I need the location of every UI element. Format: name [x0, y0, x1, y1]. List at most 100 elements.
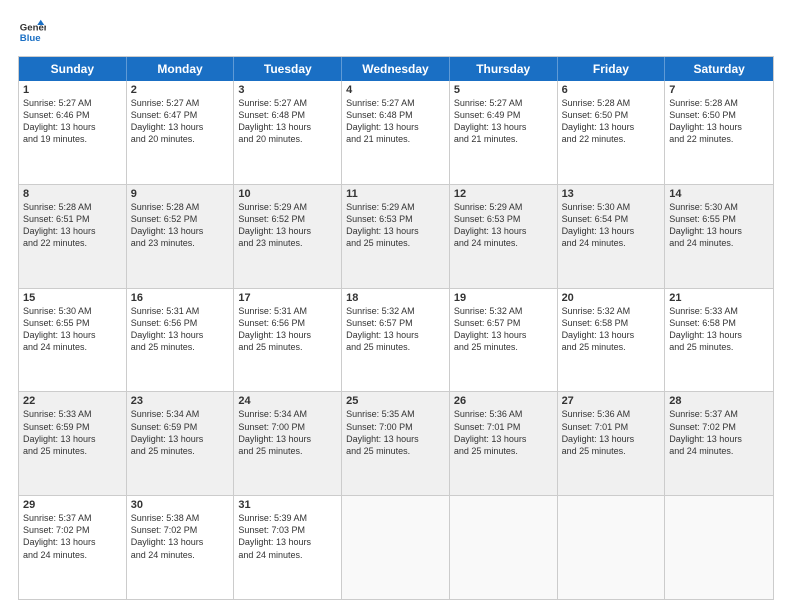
- day-number: 22: [23, 395, 122, 407]
- day-details: Sunrise: 5:30 AM Sunset: 6:54 PM Dayligh…: [562, 201, 661, 250]
- day-details: Sunrise: 5:32 AM Sunset: 6:57 PM Dayligh…: [346, 305, 445, 354]
- day-number: 29: [23, 499, 122, 511]
- day-details: Sunrise: 5:30 AM Sunset: 6:55 PM Dayligh…: [669, 201, 769, 250]
- calendar-cell: 17Sunrise: 5:31 AM Sunset: 6:56 PM Dayli…: [234, 289, 342, 392]
- calendar-cell: 5Sunrise: 5:27 AM Sunset: 6:49 PM Daylig…: [450, 81, 558, 184]
- calendar-cell: [665, 496, 773, 599]
- calendar-cell: 31Sunrise: 5:39 AM Sunset: 7:03 PM Dayli…: [234, 496, 342, 599]
- day-number: 26: [454, 395, 553, 407]
- day-details: Sunrise: 5:31 AM Sunset: 6:56 PM Dayligh…: [238, 305, 337, 354]
- cal-header-day: Saturday: [665, 57, 773, 81]
- calendar-cell: 30Sunrise: 5:38 AM Sunset: 7:02 PM Dayli…: [127, 496, 235, 599]
- day-number: 16: [131, 292, 230, 304]
- day-number: 12: [454, 188, 553, 200]
- day-details: Sunrise: 5:28 AM Sunset: 6:52 PM Dayligh…: [131, 201, 230, 250]
- day-details: Sunrise: 5:39 AM Sunset: 7:03 PM Dayligh…: [238, 512, 337, 561]
- calendar-cell: 20Sunrise: 5:32 AM Sunset: 6:58 PM Dayli…: [558, 289, 666, 392]
- calendar-cell: 9Sunrise: 5:28 AM Sunset: 6:52 PM Daylig…: [127, 185, 235, 288]
- cal-header-day: Tuesday: [234, 57, 342, 81]
- calendar-cell: 19Sunrise: 5:32 AM Sunset: 6:57 PM Dayli…: [450, 289, 558, 392]
- day-number: 8: [23, 188, 122, 200]
- day-number: 25: [346, 395, 445, 407]
- cal-header-day: Sunday: [19, 57, 127, 81]
- calendar-row: 15Sunrise: 5:30 AM Sunset: 6:55 PM Dayli…: [19, 288, 773, 392]
- day-details: Sunrise: 5:29 AM Sunset: 6:52 PM Dayligh…: [238, 201, 337, 250]
- day-details: Sunrise: 5:37 AM Sunset: 7:02 PM Dayligh…: [23, 512, 122, 561]
- day-details: Sunrise: 5:34 AM Sunset: 7:00 PM Dayligh…: [238, 408, 337, 457]
- cal-header-day: Monday: [127, 57, 235, 81]
- day-number: 13: [562, 188, 661, 200]
- day-details: Sunrise: 5:36 AM Sunset: 7:01 PM Dayligh…: [562, 408, 661, 457]
- day-number: 24: [238, 395, 337, 407]
- calendar-cell: [558, 496, 666, 599]
- calendar-cell: 2Sunrise: 5:27 AM Sunset: 6:47 PM Daylig…: [127, 81, 235, 184]
- calendar-cell: 18Sunrise: 5:32 AM Sunset: 6:57 PM Dayli…: [342, 289, 450, 392]
- calendar-row: 8Sunrise: 5:28 AM Sunset: 6:51 PM Daylig…: [19, 184, 773, 288]
- svg-text:Blue: Blue: [20, 33, 41, 44]
- calendar: SundayMondayTuesdayWednesdayThursdayFrid…: [18, 56, 774, 600]
- calendar-row: 29Sunrise: 5:37 AM Sunset: 7:02 PM Dayli…: [19, 495, 773, 599]
- cal-header-day: Friday: [558, 57, 666, 81]
- calendar-cell: 29Sunrise: 5:37 AM Sunset: 7:02 PM Dayli…: [19, 496, 127, 599]
- calendar-body: 1Sunrise: 5:27 AM Sunset: 6:46 PM Daylig…: [19, 81, 773, 599]
- page-header: General Blue: [18, 18, 774, 46]
- day-number: 3: [238, 84, 337, 96]
- day-details: Sunrise: 5:28 AM Sunset: 6:50 PM Dayligh…: [562, 97, 661, 146]
- day-details: Sunrise: 5:32 AM Sunset: 6:58 PM Dayligh…: [562, 305, 661, 354]
- calendar-header: SundayMondayTuesdayWednesdayThursdayFrid…: [19, 57, 773, 81]
- day-details: Sunrise: 5:28 AM Sunset: 6:50 PM Dayligh…: [669, 97, 769, 146]
- calendar-row: 1Sunrise: 5:27 AM Sunset: 6:46 PM Daylig…: [19, 81, 773, 184]
- day-details: Sunrise: 5:27 AM Sunset: 6:46 PM Dayligh…: [23, 97, 122, 146]
- calendar-cell: 4Sunrise: 5:27 AM Sunset: 6:48 PM Daylig…: [342, 81, 450, 184]
- day-number: 21: [669, 292, 769, 304]
- day-number: 19: [454, 292, 553, 304]
- day-number: 2: [131, 84, 230, 96]
- day-number: 28: [669, 395, 769, 407]
- calendar-cell: 27Sunrise: 5:36 AM Sunset: 7:01 PM Dayli…: [558, 392, 666, 495]
- day-details: Sunrise: 5:30 AM Sunset: 6:55 PM Dayligh…: [23, 305, 122, 354]
- day-number: 18: [346, 292, 445, 304]
- day-details: Sunrise: 5:29 AM Sunset: 6:53 PM Dayligh…: [454, 201, 553, 250]
- calendar-cell: [450, 496, 558, 599]
- day-number: 6: [562, 84, 661, 96]
- day-details: Sunrise: 5:36 AM Sunset: 7:01 PM Dayligh…: [454, 408, 553, 457]
- day-number: 15: [23, 292, 122, 304]
- day-number: 27: [562, 395, 661, 407]
- calendar-cell: 16Sunrise: 5:31 AM Sunset: 6:56 PM Dayli…: [127, 289, 235, 392]
- day-number: 1: [23, 84, 122, 96]
- calendar-cell: 25Sunrise: 5:35 AM Sunset: 7:00 PM Dayli…: [342, 392, 450, 495]
- calendar-cell: [342, 496, 450, 599]
- calendar-cell: 22Sunrise: 5:33 AM Sunset: 6:59 PM Dayli…: [19, 392, 127, 495]
- day-details: Sunrise: 5:38 AM Sunset: 7:02 PM Dayligh…: [131, 512, 230, 561]
- cal-header-day: Thursday: [450, 57, 558, 81]
- cal-header-day: Wednesday: [342, 57, 450, 81]
- calendar-cell: 23Sunrise: 5:34 AM Sunset: 6:59 PM Dayli…: [127, 392, 235, 495]
- day-details: Sunrise: 5:37 AM Sunset: 7:02 PM Dayligh…: [669, 408, 769, 457]
- day-number: 10: [238, 188, 337, 200]
- calendar-cell: 6Sunrise: 5:28 AM Sunset: 6:50 PM Daylig…: [558, 81, 666, 184]
- day-details: Sunrise: 5:31 AM Sunset: 6:56 PM Dayligh…: [131, 305, 230, 354]
- calendar-cell: 11Sunrise: 5:29 AM Sunset: 6:53 PM Dayli…: [342, 185, 450, 288]
- day-details: Sunrise: 5:33 AM Sunset: 6:58 PM Dayligh…: [669, 305, 769, 354]
- day-details: Sunrise: 5:27 AM Sunset: 6:47 PM Dayligh…: [131, 97, 230, 146]
- day-number: 14: [669, 188, 769, 200]
- calendar-row: 22Sunrise: 5:33 AM Sunset: 6:59 PM Dayli…: [19, 391, 773, 495]
- day-number: 30: [131, 499, 230, 511]
- day-details: Sunrise: 5:33 AM Sunset: 6:59 PM Dayligh…: [23, 408, 122, 457]
- logo-icon: General Blue: [18, 18, 46, 46]
- calendar-cell: 7Sunrise: 5:28 AM Sunset: 6:50 PM Daylig…: [665, 81, 773, 184]
- day-number: 17: [238, 292, 337, 304]
- day-number: 7: [669, 84, 769, 96]
- day-details: Sunrise: 5:28 AM Sunset: 6:51 PM Dayligh…: [23, 201, 122, 250]
- day-number: 20: [562, 292, 661, 304]
- day-details: Sunrise: 5:27 AM Sunset: 6:49 PM Dayligh…: [454, 97, 553, 146]
- day-details: Sunrise: 5:35 AM Sunset: 7:00 PM Dayligh…: [346, 408, 445, 457]
- calendar-cell: 14Sunrise: 5:30 AM Sunset: 6:55 PM Dayli…: [665, 185, 773, 288]
- calendar-cell: 13Sunrise: 5:30 AM Sunset: 6:54 PM Dayli…: [558, 185, 666, 288]
- day-details: Sunrise: 5:27 AM Sunset: 6:48 PM Dayligh…: [238, 97, 337, 146]
- day-details: Sunrise: 5:29 AM Sunset: 6:53 PM Dayligh…: [346, 201, 445, 250]
- day-details: Sunrise: 5:34 AM Sunset: 6:59 PM Dayligh…: [131, 408, 230, 457]
- calendar-cell: 21Sunrise: 5:33 AM Sunset: 6:58 PM Dayli…: [665, 289, 773, 392]
- calendar-cell: 3Sunrise: 5:27 AM Sunset: 6:48 PM Daylig…: [234, 81, 342, 184]
- calendar-cell: 28Sunrise: 5:37 AM Sunset: 7:02 PM Dayli…: [665, 392, 773, 495]
